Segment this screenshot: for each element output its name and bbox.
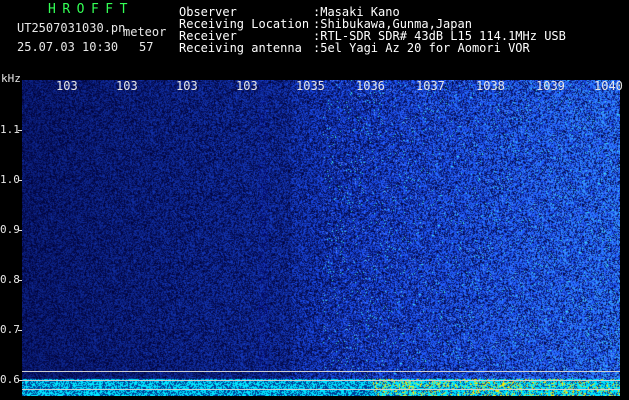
x-tick-label: 1038 <box>476 79 505 93</box>
y-tick-label: 0.9 <box>0 223 20 236</box>
meteor-count: 57 <box>139 40 154 54</box>
marker-line-lower <box>22 380 620 381</box>
datetime: 25.07.03 10:30 <box>17 40 119 54</box>
spectrogram-plot <box>22 80 620 396</box>
x-tick-label: 103 <box>56 79 78 93</box>
x-tick-label: 1039 <box>536 79 565 93</box>
y-axis-unit: kHz <box>1 72 21 85</box>
y-tick-mark <box>18 130 22 131</box>
spectrogram-canvas <box>22 80 620 396</box>
y-tick-mark <box>18 280 22 281</box>
metadata-labels: Observer Receiving Location Receiver Rec… <box>179 6 309 54</box>
y-tick-label: 0.7 <box>0 323 20 336</box>
app-brand: HROFFT <box>48 2 134 17</box>
x-tick-label: 1036 <box>356 79 385 93</box>
marker-line-upper <box>22 371 620 372</box>
plot-right-margin <box>620 80 629 400</box>
y-tick-label: 0.8 <box>0 273 20 286</box>
y-tick-label: 0.6 <box>0 373 20 386</box>
filename: UT2507031030.pn <box>17 21 126 35</box>
x-tick-label: 103 <box>236 79 258 93</box>
marker-line-base <box>22 389 620 390</box>
mode-label: meteor <box>123 25 167 39</box>
x-tick-label: 103 <box>176 79 198 93</box>
y-tick-label: 1.1 <box>0 123 20 136</box>
y-tick-mark <box>18 230 22 231</box>
y-tick-label: 1.0 <box>0 173 20 186</box>
x-tick-label: 1035 <box>296 79 325 93</box>
metadata-values: :Masaki Kano :Shibukawa,Gunma,Japan :RTL… <box>313 6 566 54</box>
label-antenna: Receiving antenna <box>179 41 302 55</box>
x-tick-label: 1040 <box>594 79 623 93</box>
x-tick-label: 103 <box>116 79 138 93</box>
value-antenna: :5el Yagi Az 20 for Aomori VOR <box>313 41 530 55</box>
y-tick-mark <box>18 180 22 181</box>
y-tick-mark <box>18 380 22 381</box>
y-tick-mark <box>18 330 22 331</box>
x-tick-label: 1037 <box>416 79 445 93</box>
